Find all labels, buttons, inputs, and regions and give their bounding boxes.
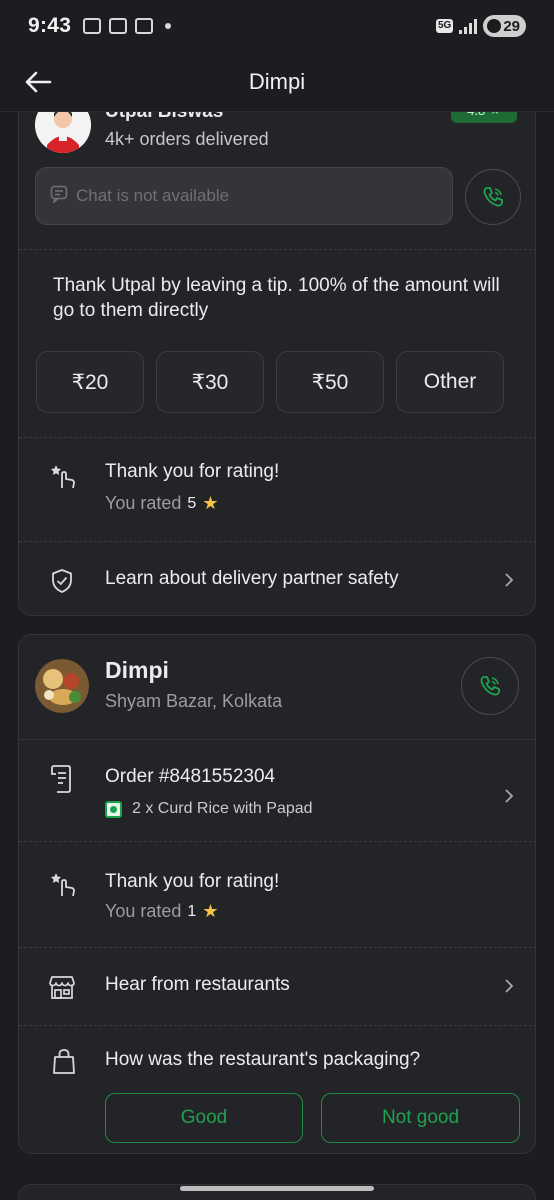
restaurant-card: Dimpi Shyam Bazar, Kolkata Order #848155… [18, 634, 536, 1154]
restaurant-name: Dimpi [105, 657, 169, 683]
courier-rated-label: You rated [105, 493, 182, 513]
screenshot-icon [83, 18, 102, 34]
shopping-bag-icon [49, 1047, 79, 1077]
hear-from-restaurants-row[interactable]: Hear from restaurants [19, 948, 535, 1024]
message-notification-icon [135, 18, 154, 34]
tip-option-20[interactable]: ₹20 [36, 351, 144, 413]
delivery-safety-row[interactable]: Learn about delivery partner safety [19, 542, 535, 615]
packaging-question: How was the restaurant's packaging? [105, 1049, 421, 1070]
packaging-not-good-button[interactable]: Not good [321, 1093, 520, 1143]
back-button[interactable] [20, 64, 56, 100]
order-item: 2 x Curd Rice with Papad [132, 800, 313, 817]
tip-option-30[interactable]: ₹30 [156, 351, 264, 413]
restaurant-rated-line: You rated 1 ★ [105, 901, 218, 922]
order-number: Order #8481552304 [105, 766, 276, 787]
store-icon [47, 972, 77, 1002]
app-header: Dimpi [0, 52, 554, 112]
battery-saver-icon [487, 19, 502, 33]
divider [19, 1025, 535, 1026]
packaging-good-button[interactable]: Good [105, 1093, 303, 1143]
home-indicator[interactable] [180, 1186, 374, 1191]
signal-icon [459, 18, 478, 34]
battery-level: 29 [503, 17, 520, 35]
restaurant-rated-label: You rated [105, 901, 182, 921]
order-details-row[interactable]: Order #8481552304 2 x Curd Rice with Pap… [19, 740, 535, 840]
call-delivery-partner-button[interactable] [465, 169, 521, 225]
rate-tap-icon [49, 869, 79, 899]
hear-from-restaurants-label: Hear from restaurants [105, 974, 290, 995]
divider [19, 249, 535, 250]
phone-icon [483, 187, 503, 207]
restaurant-rated-value: 1 [187, 902, 197, 920]
restaurant-location: Shyam Bazar, Kolkata [105, 691, 283, 711]
restaurant-avatar [35, 659, 89, 713]
app-notification-icon [109, 18, 128, 34]
status-bar: 9:43 5G 29 [0, 0, 554, 52]
chevron-right-icon [501, 572, 517, 588]
page-title: Dimpi [248, 68, 306, 94]
orders-delivered: 4k+ orders delivered [105, 129, 269, 149]
courier-rated-line: You rated 5 ★ [105, 493, 218, 514]
delivery-safety-label: Learn about delivery partner safety [105, 568, 399, 589]
shield-check-icon [47, 566, 77, 596]
tip-option-50[interactable]: ₹50 [276, 351, 384, 413]
phone-icon [480, 676, 500, 696]
star-icon: ★ [202, 493, 219, 513]
chevron-right-icon [501, 978, 517, 994]
chat-icon [50, 185, 68, 208]
chat-input[interactable]: Chat is not available [35, 167, 453, 225]
star-icon: ★ [202, 901, 219, 921]
divider [19, 437, 535, 438]
status-time: 9:43 [28, 14, 72, 37]
more-notifications-icon [165, 23, 172, 29]
status-right: 5G 29 [435, 15, 526, 37]
tip-message: Thank Utpal by leaving a tip. 100% of th… [53, 275, 500, 321]
notification-icons [83, 18, 172, 34]
restaurant-rating-title: Thank you for rating! [105, 871, 280, 892]
divider [19, 841, 535, 842]
battery-indicator: 29 [483, 15, 526, 37]
delivery-partner-card: Utpal Biswas 4k+ orders delivered 4.8 ★ … [18, 80, 536, 616]
network-type-icon: 5G [435, 19, 454, 33]
courier-rated-value: 5 [187, 494, 197, 512]
chevron-right-icon [501, 788, 517, 804]
order-item-line: 2 x Curd Rice with Papad [105, 800, 313, 818]
arrow-left-icon [25, 71, 52, 93]
rate-tap-icon [49, 461, 79, 491]
receipt-icon [47, 764, 77, 794]
tip-option-other[interactable]: Other [396, 351, 504, 413]
courier-rating-title: Thank you for rating! [105, 461, 280, 482]
call-restaurant-button[interactable] [461, 657, 519, 715]
veg-icon [105, 800, 122, 818]
chat-placeholder: Chat is not available [76, 186, 230, 205]
